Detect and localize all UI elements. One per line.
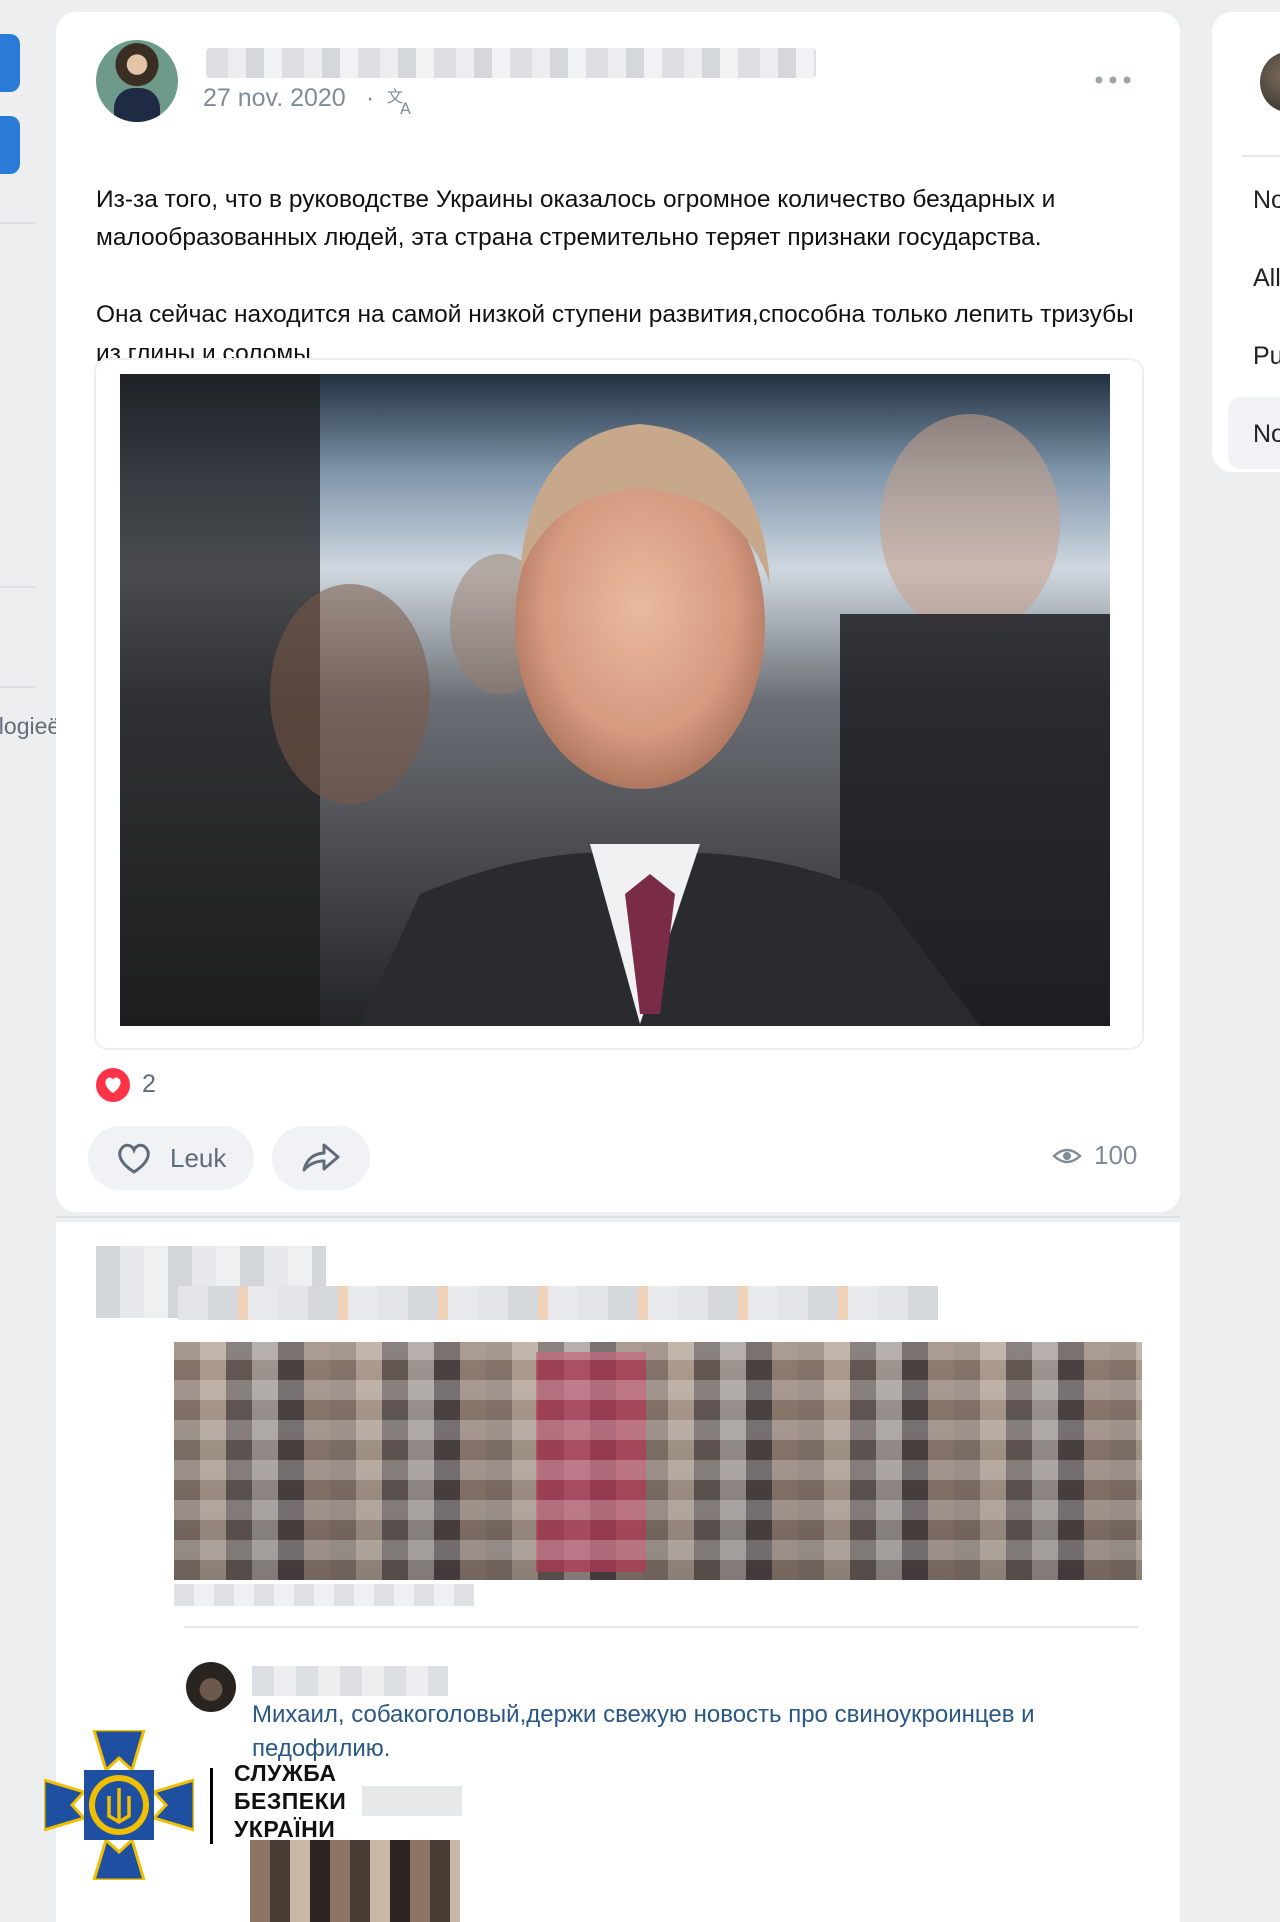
right-panel-item[interactable]: Pu [1253, 342, 1280, 371]
date-separator: · [366, 84, 375, 112]
sbu-text-line: СЛУЖБА [234, 1760, 337, 1786]
right-panel: No All Pu No [1212, 12, 1280, 472]
sidebar-divider [0, 586, 36, 588]
sidebar-button-2[interactable] [0, 116, 20, 174]
post-photo-graphic [120, 374, 1110, 1026]
like-button[interactable]: Leuk [88, 1126, 254, 1190]
redacted-meta [174, 1584, 474, 1606]
reply-avatar[interactable] [186, 1662, 236, 1712]
right-panel-item[interactable]: All [1253, 264, 1280, 293]
avatar[interactable] [1260, 52, 1280, 112]
views-count: 100 [1094, 1140, 1138, 1170]
reply-divider [184, 1626, 1138, 1628]
heart-icon [105, 1077, 121, 1093]
right-panel-item[interactable]: No [1253, 420, 1280, 449]
sbu-text-line: БЕЗПЕКИ [234, 1788, 347, 1814]
sbu-watermark: СЛУЖБА БЕЗПЕКИ УКРАЇНИ [44, 1730, 464, 1880]
like-button-label: Leuk [170, 1143, 227, 1173]
sidebar-divider [0, 222, 36, 224]
sbu-emblem-icon [44, 1730, 194, 1880]
sidebar-button-1[interactable] [0, 34, 20, 92]
translate-icon[interactable]: 文 A [386, 84, 418, 116]
right-panel-item[interactable]: No [1253, 186, 1280, 215]
reaction-count[interactable]: 2 [142, 1070, 156, 1099]
heart-icon [118, 1143, 150, 1174]
post-text-paragraph: Из-за того, что в руководстве Украины ок… [96, 185, 1056, 252]
post-photo[interactable] [120, 374, 1110, 1026]
right-panel-divider [1242, 155, 1280, 157]
author-name-redacted[interactable] [206, 48, 816, 78]
sidebar-divider [0, 686, 36, 688]
sbu-text-line: УКРАЇНИ [234, 1816, 336, 1842]
redacted-image-overlay [174, 1342, 1142, 1580]
redacted-text [178, 1286, 938, 1320]
sbu-divider [210, 1768, 213, 1844]
author-avatar[interactable] [96, 40, 178, 122]
post-date[interactable]: 27 nov. 2020 [203, 84, 346, 113]
more-dots-icon[interactable] [1092, 70, 1134, 90]
reply-author-redacted[interactable] [252, 1666, 448, 1696]
share-arrow-icon [302, 1143, 340, 1172]
svg-text:A: A [400, 99, 411, 116]
share-button[interactable] [272, 1126, 370, 1190]
eye-icon [1052, 1148, 1082, 1164]
heart-reaction-badge [96, 1068, 130, 1102]
section-divider [56, 1216, 1180, 1218]
